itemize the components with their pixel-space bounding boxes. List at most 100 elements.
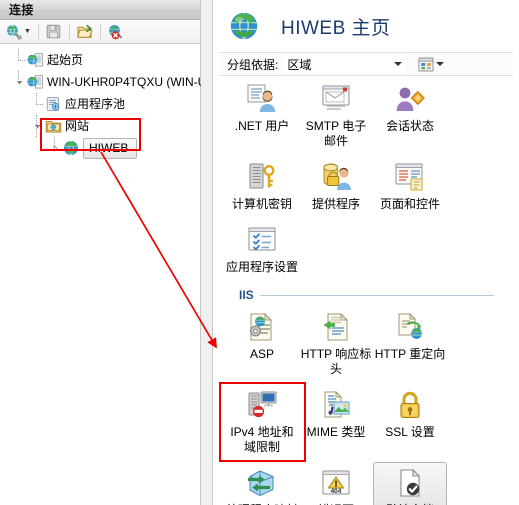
feature-view-header: HIWEB 主页 (213, 0, 519, 52)
group-by-select[interactable]: 区域 (284, 55, 407, 73)
group-by-value: 区域 (287, 57, 312, 72)
tree-line (54, 137, 55, 148)
page-title: HIWEB 主页 (281, 17, 391, 39)
features-grid: .NET 用户 SMTP 电子邮件 会话状态 计算机密钥 提供程序 页面和控件 … (213, 78, 519, 505)
feature-view-panel: HIWEB 主页 分组依据: 区域 .NET 用户 SMTP 电子邮件 会话状态… (212, 0, 519, 505)
tree-twisty-hiweb[interactable] (48, 137, 62, 159)
toolbar-separator-2 (68, 24, 70, 39)
tree-line (18, 71, 19, 82)
ssl-settings-icon (393, 388, 427, 422)
start-page-icon (26, 51, 44, 69)
chevron-down-icon (16, 80, 22, 84)
tree-item-hiweb[interactable]: HIWEB (0, 137, 200, 159)
view-mode-icon (418, 57, 434, 71)
iis-manager-window: 连接 ▼ 起始页 WIN-UKHR0P4TQXU (WIN-UK 应用程序池 网… (0, 0, 519, 505)
feature-pages-controls[interactable]: 页面和控件 (373, 156, 447, 217)
feature-label: 应用程序设置 (226, 260, 299, 274)
net-users-icon (245, 82, 279, 116)
feature-label: 提供程序 (311, 197, 360, 211)
providers-icon (319, 160, 353, 194)
feature-net-users[interactable]: .NET 用户 (225, 78, 299, 154)
chevron-down-icon[interactable] (394, 62, 403, 66)
feature-label: SSL 设置 (385, 425, 435, 439)
connect-dropdown-arrow[interactable]: ▼ (24, 28, 31, 35)
tree-line (18, 60, 25, 61)
save-connection-icon[interactable] (44, 22, 64, 42)
feature-providers[interactable]: 提供程序 (299, 156, 373, 217)
feature-label: HTTP 重定向 (374, 347, 446, 361)
default-document-icon (393, 466, 427, 500)
tree-item-label: 网站 (65, 119, 90, 133)
tree-twisty-sites[interactable] (30, 115, 44, 137)
open-connection-icon[interactable] (75, 22, 95, 42)
section-title: IIS (239, 288, 254, 302)
feature-session-state[interactable]: 会话状态 (373, 78, 447, 154)
section-divider (259, 294, 494, 296)
session-state-icon (393, 82, 427, 116)
connections-panel-caption: 连接 (0, 0, 200, 20)
handler-mappings-icon (245, 466, 279, 500)
http-response-headers-icon (319, 310, 353, 344)
feature-handler-mappings[interactable]: 处理程序映射 (225, 462, 299, 505)
feature-machine-key[interactable]: 计算机密钥 (225, 156, 299, 217)
globe-icon (229, 11, 259, 41)
mime-types-icon (319, 388, 353, 422)
view-mode-dropdown-arrow[interactable] (436, 62, 445, 66)
feature-label: MIME 类型 (306, 425, 366, 439)
tree-item-application-pools[interactable]: 应用程序池 (0, 93, 200, 115)
view-mode-button[interactable] (418, 57, 445, 72)
feature-label: 会话状态 (385, 119, 434, 133)
tree-item-start-page[interactable]: 起始页 (0, 49, 200, 71)
tree-item-server[interactable]: WIN-UKHR0P4TQXU (WIN-UK (0, 71, 214, 93)
connections-tree[interactable]: 起始页 WIN-UKHR0P4TQXU (WIN-UK 应用程序池 网站 HIW… (0, 44, 214, 159)
feature-asp[interactable]: ASP (225, 306, 299, 382)
tree-item-label: WIN-UKHR0P4TQXU (WIN-UK (47, 75, 215, 89)
feature-default-document[interactable]: 默认文档 (373, 462, 447, 505)
section-header-iis: IIS (225, 282, 508, 306)
tree-item-sites[interactable]: 网站 (0, 115, 200, 137)
feature-ssl-settings[interactable]: SSL 设置 (373, 384, 447, 460)
feature-error-pages[interactable]: 404 错误页 (299, 462, 373, 505)
disconnect-icon[interactable] (106, 22, 126, 42)
feature-label: IPv4 地址和域限制 (230, 425, 294, 454)
feature-ipv4-restrictions[interactable]: IPv4 地址和域限制 (225, 384, 299, 460)
app-settings-icon (245, 223, 279, 257)
ipv4-restrictions-icon (245, 388, 279, 422)
tree-item-label: 起始页 (47, 53, 84, 67)
tree-line (36, 93, 37, 104)
feature-app-settings[interactable]: 应用程序设置 (225, 219, 299, 280)
panel-splitter[interactable] (201, 0, 212, 505)
feature-label: 页面和控件 (379, 197, 440, 211)
pages-controls-icon (393, 160, 427, 194)
connections-toolbar: ▼ (0, 20, 200, 44)
feature-http-redirect[interactable]: HTTP 重定向 (373, 306, 447, 382)
features-scroll-area[interactable]: .NET 用户 SMTP 电子邮件 会话状态 计算机密钥 提供程序 页面和控件 … (213, 78, 519, 505)
feature-label: 计算机密钥 (231, 197, 292, 211)
chevron-down-icon (34, 124, 40, 128)
feature-http-response-headers[interactable]: HTTP 响应标头 (299, 306, 373, 382)
connect-icon[interactable] (4, 22, 24, 42)
group-by-bar: 分组依据: 区域 (219, 52, 513, 76)
feature-label: ASP (249, 347, 274, 361)
svg-text:404: 404 (331, 488, 342, 495)
sites-folder-icon (44, 117, 62, 135)
feature-smtp-email[interactable]: SMTP 电子邮件 (299, 78, 373, 154)
smtp-email-icon (319, 82, 353, 116)
feature-mime-types[interactable]: MIME 类型 (299, 384, 373, 460)
asp-icon (245, 310, 279, 344)
http-redirect-icon (393, 310, 427, 344)
tree-line (67, 148, 73, 149)
server-icon (26, 73, 44, 91)
tree-line (36, 104, 43, 105)
group-by-label: 分组依据: (227, 57, 279, 72)
tree-line (36, 115, 37, 137)
feature-label: .NET 用户 (234, 119, 290, 133)
chevron-right-icon (53, 144, 58, 152)
error-pages-icon: 404 (319, 466, 353, 500)
connections-panel: 连接 ▼ 起始页 WIN-UKHR0P4TQXU (WIN-UK 应用程序池 网… (0, 0, 214, 505)
feature-label: HTTP 响应标头 (300, 347, 372, 376)
toolbar-separator-1 (37, 24, 39, 39)
tree-item-label: 应用程序池 (65, 97, 126, 111)
tree-twisty-server[interactable] (12, 71, 26, 93)
tree-line (18, 49, 19, 60)
